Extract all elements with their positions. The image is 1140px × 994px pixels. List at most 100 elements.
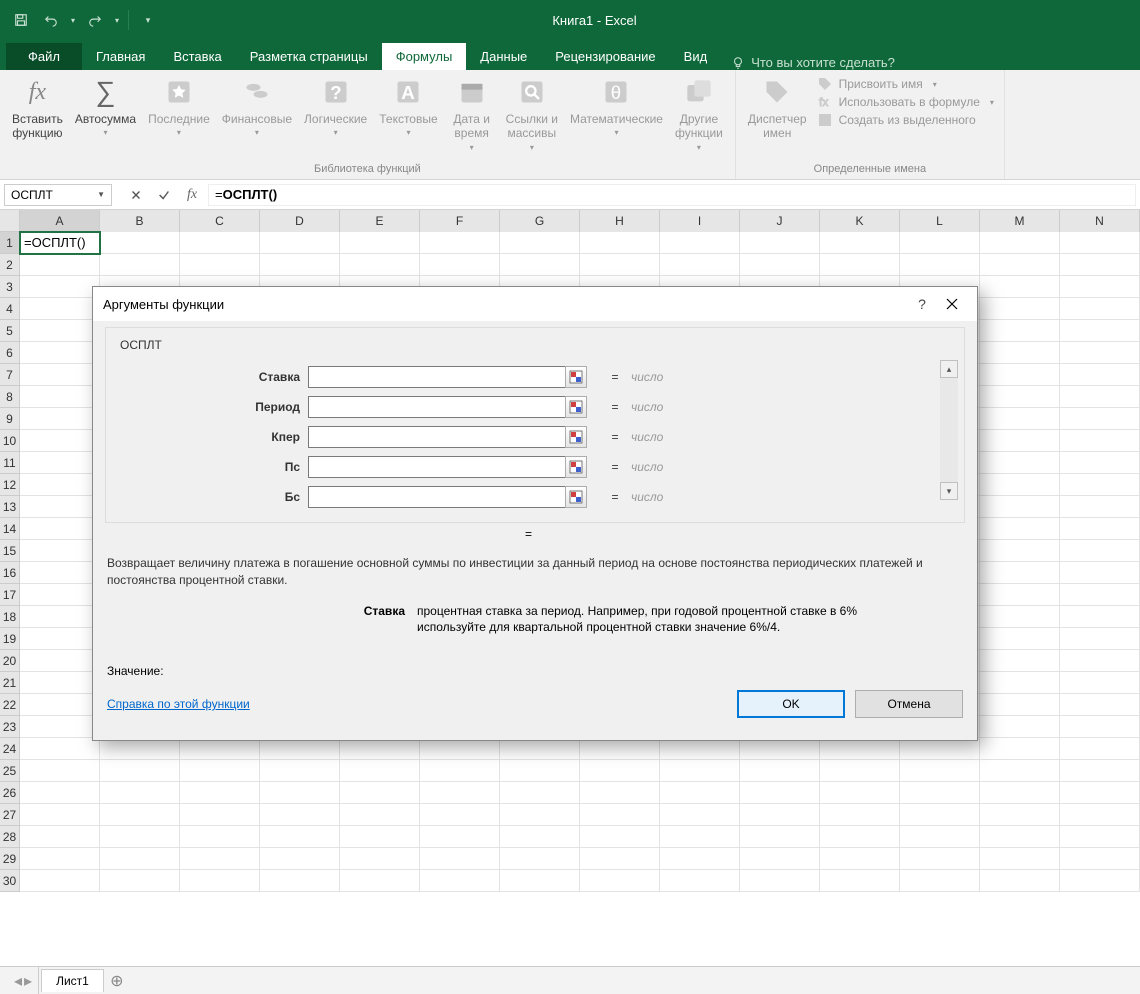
cell[interactable] [100,232,180,254]
use-in-formula-button[interactable]: fxИспользовать в формуле▾ [817,94,994,110]
arg-input[interactable] [308,426,566,448]
cell[interactable] [1060,760,1140,782]
cell[interactable] [980,276,1060,298]
arg-input[interactable] [308,456,566,478]
cell[interactable] [1060,650,1140,672]
cell[interactable] [340,738,420,760]
cell[interactable] [20,298,100,320]
row-header[interactable]: 21 [0,672,20,694]
cell[interactable] [500,804,580,826]
cell[interactable] [260,826,340,848]
cell[interactable] [1060,826,1140,848]
cell[interactable] [20,254,100,276]
cell[interactable] [1060,584,1140,606]
cell[interactable] [980,848,1060,870]
cell[interactable] [660,804,740,826]
cell[interactable] [20,738,100,760]
tab-formulas[interactable]: Формулы [382,43,467,70]
cell[interactable] [980,430,1060,452]
cell[interactable] [340,804,420,826]
cell[interactable] [900,782,980,804]
cell[interactable] [500,782,580,804]
tab-data[interactable]: Данные [466,43,541,70]
cell[interactable] [740,738,820,760]
row-header[interactable]: 15 [0,540,20,562]
row-header[interactable]: 9 [0,408,20,430]
row-header[interactable]: 16 [0,562,20,584]
financial-button[interactable]: Финансовые ▾ [216,74,298,140]
cell[interactable] [980,650,1060,672]
cell[interactable] [180,760,260,782]
cancel-formula-icon[interactable] [124,184,148,206]
cell[interactable] [660,738,740,760]
cell[interactable] [20,386,100,408]
arg-input[interactable] [308,486,566,508]
cell[interactable] [660,826,740,848]
cell[interactable] [20,342,100,364]
cell[interactable] [1060,848,1140,870]
cell[interactable] [20,628,100,650]
arg-input[interactable] [308,396,566,418]
cell[interactable] [420,870,500,892]
scroll-up-icon[interactable]: ▴ [940,360,958,378]
cell[interactable] [340,760,420,782]
row-header[interactable]: 26 [0,782,20,804]
cell[interactable] [260,760,340,782]
cell[interactable] [500,870,580,892]
cell[interactable] [740,760,820,782]
close-icon[interactable] [937,292,967,316]
cell[interactable] [20,804,100,826]
cell[interactable] [20,474,100,496]
cell[interactable] [20,518,100,540]
cell[interactable] [500,254,580,276]
cell[interactable] [980,694,1060,716]
row-header[interactable]: 29 [0,848,20,870]
cell[interactable] [100,870,180,892]
sheet-tab[interactable]: Лист1 [41,969,104,992]
column-header[interactable]: G [500,210,580,232]
column-header[interactable]: J [740,210,820,232]
cell[interactable] [900,738,980,760]
cell[interactable] [20,650,100,672]
row-header[interactable]: 7 [0,364,20,386]
cell[interactable] [420,760,500,782]
cell[interactable] [1060,232,1140,254]
cell[interactable] [980,408,1060,430]
cell[interactable] [180,254,260,276]
row-header[interactable]: 24 [0,738,20,760]
column-header[interactable]: B [100,210,180,232]
cell[interactable] [820,782,900,804]
cell[interactable] [980,320,1060,342]
cell[interactable] [820,826,900,848]
row-header[interactable]: 5 [0,320,20,342]
cell[interactable] [20,540,100,562]
cell[interactable] [340,232,420,254]
undo-dropdown-icon[interactable]: ▾ [68,7,78,33]
name-manager-button[interactable]: Диспетчер имен [742,74,813,143]
save-icon[interactable] [8,7,34,33]
row-header[interactable]: 1 [0,232,20,254]
cell[interactable] [500,826,580,848]
cell[interactable] [180,782,260,804]
dialog-help-link[interactable]: Справка по этой функции [107,697,250,711]
cell[interactable] [260,804,340,826]
cell[interactable] [900,760,980,782]
cell[interactable] [1060,562,1140,584]
row-header[interactable]: 13 [0,496,20,518]
row-header[interactable]: 8 [0,386,20,408]
math-button[interactable]: θ Математические ▾ [564,74,669,140]
cell[interactable] [20,606,100,628]
select-all-corner[interactable] [0,210,20,232]
cell[interactable] [1060,254,1140,276]
cell[interactable] [260,232,340,254]
cell[interactable] [980,232,1060,254]
cell[interactable] [340,826,420,848]
cell[interactable] [740,804,820,826]
column-header[interactable]: A [20,210,100,232]
tab-home[interactable]: Главная [82,43,159,70]
cell[interactable] [1060,320,1140,342]
cell[interactable] [980,716,1060,738]
cell[interactable] [20,276,100,298]
cell[interactable] [980,474,1060,496]
cell[interactable] [260,738,340,760]
